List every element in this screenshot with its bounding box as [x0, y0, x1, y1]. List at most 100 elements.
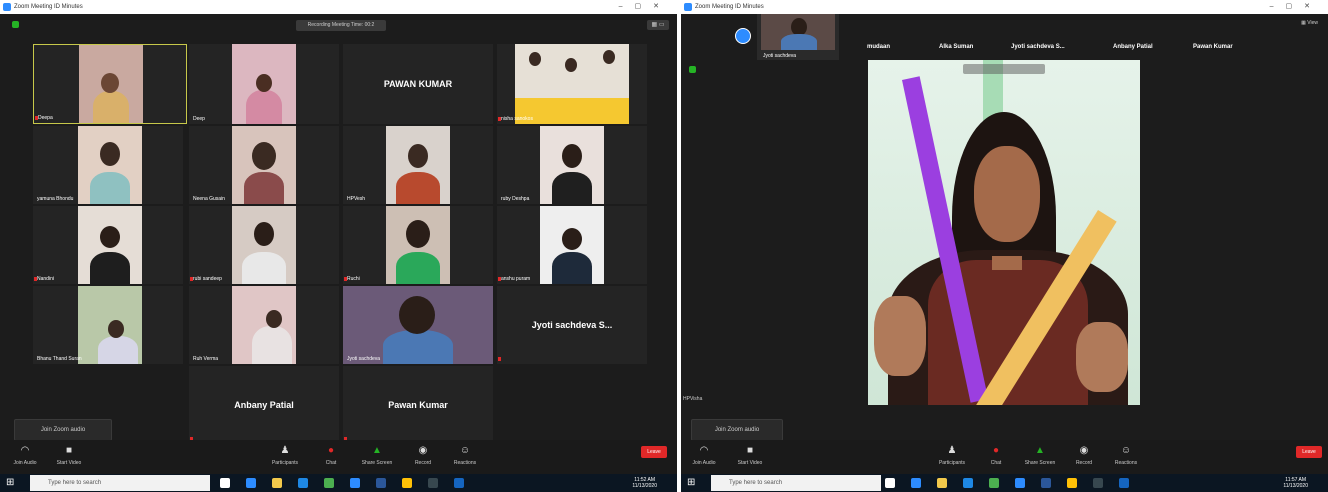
- participants-control[interactable]: ♟ Participants: [268, 445, 302, 467]
- file-explorer-icon[interactable]: [937, 478, 947, 488]
- windows-taskbar: ⊞ Type here to search 11:57 AM 11/13/2020: [681, 474, 1328, 492]
- chrome-icon[interactable]: [324, 478, 334, 488]
- participant-tile[interactable]: Jyoti sachdeva: [343, 286, 493, 364]
- zoom-taskbar-icon[interactable]: [350, 478, 360, 488]
- strip-participant-name[interactable]: Alka Suman: [939, 44, 973, 50]
- participant-video: [79, 45, 143, 123]
- reactions-control[interactable]: ☺ Reactions: [1109, 446, 1143, 467]
- chat-icon: ●: [992, 445, 1000, 456]
- word-icon[interactable]: [1041, 478, 1051, 488]
- participant-tile-active[interactable]: Deepa: [33, 44, 187, 124]
- participant-tile[interactable]: PAWAN KUMAR: [343, 44, 493, 124]
- windows-start-icon[interactable]: ⊞: [6, 478, 14, 488]
- window-title: Zoom Meeting ID Minutes: [695, 4, 764, 10]
- cortana-icon[interactable]: [885, 478, 895, 488]
- app-icon[interactable]: [1093, 478, 1103, 488]
- participant-name: Bhanu Thand Suran: [37, 356, 82, 362]
- participant-tile[interactable]: Pawan Kumar: [343, 366, 493, 444]
- strip-scroll-left-icon[interactable]: [735, 28, 751, 44]
- strip-participant-name[interactable]: mudaan: [867, 44, 890, 50]
- record-icon: ◉: [418, 445, 428, 456]
- taskbar-clock[interactable]: 11:52 AM 11/13/2020: [632, 477, 657, 489]
- participant-name: Deepa: [38, 115, 53, 121]
- participant-tile[interactable]: nisha sanokos: [497, 44, 647, 124]
- participant-tile[interactable]: Neena Gusain: [189, 126, 339, 204]
- chat-control[interactable]: ● Chat: [314, 446, 348, 467]
- participant-tile[interactable]: HPVesh: [343, 126, 493, 204]
- reactions-control[interactable]: ☺ Reactions: [448, 446, 482, 467]
- windows-start-icon[interactable]: ⊞: [687, 478, 695, 488]
- app-icon[interactable]: [1119, 478, 1129, 488]
- left-zoom-window: Zoom Meeting ID Minutes –▢✕ Recording Me…: [0, 0, 677, 492]
- taskbar-search[interactable]: Type here to search: [711, 475, 881, 491]
- participant-tile[interactable]: Nandini: [33, 206, 183, 284]
- taskbar-search[interactable]: Type here to search: [30, 475, 210, 491]
- strip-participant-name[interactable]: Pawan Kumar: [1193, 44, 1233, 50]
- cortana-icon[interactable]: [220, 478, 230, 488]
- participant-tile[interactable]: Ruchi: [343, 206, 493, 284]
- participants-icon: ♟: [280, 445, 290, 456]
- word-icon[interactable]: [376, 478, 386, 488]
- share-screen-control[interactable]: ▲ Share Screen: [360, 446, 394, 467]
- notes-icon[interactable]: [402, 478, 412, 488]
- task-view-icon[interactable]: [246, 478, 256, 488]
- join-audio-control[interactable]: ◠ Join Audio: [8, 445, 42, 467]
- participant-name-large: Anbany Patial: [234, 400, 294, 410]
- strip-participant-name[interactable]: Jyoti sachdeva S...: [1011, 44, 1065, 50]
- participant-tile[interactable]: yamuna Bhondu: [33, 126, 183, 204]
- app-icon[interactable]: [454, 478, 464, 488]
- chat-control[interactable]: ● Chat: [979, 445, 1013, 467]
- headphones-icon: ◠: [20, 445, 30, 456]
- join-audio-button[interactable]: Join Zoom audio: [691, 419, 783, 441]
- view-toggle-button[interactable]: ▦ ▭: [647, 20, 669, 30]
- leave-button[interactable]: Leave: [641, 446, 667, 458]
- share-screen-icon: ▲: [1035, 445, 1045, 456]
- security-shield-icon[interactable]: [12, 21, 19, 28]
- zoom-taskbar-icon[interactable]: [1015, 478, 1025, 488]
- window-controls[interactable]: –▢✕: [619, 0, 671, 14]
- start-video-control[interactable]: ■ Start Video: [733, 445, 767, 467]
- video-camera-icon: ■: [746, 445, 754, 456]
- participant-tile[interactable]: ruby Deshpa: [497, 126, 647, 204]
- participant-name: Ruchi: [347, 276, 360, 282]
- join-audio-button[interactable]: Join Zoom audio: [14, 419, 112, 441]
- participants-icon: ♟: [947, 445, 957, 456]
- window-controls[interactable]: –▢✕: [1270, 0, 1322, 14]
- speaker-caption: [963, 64, 1045, 74]
- participant-name: yamuna Bhondu: [37, 196, 74, 202]
- notes-icon[interactable]: [1067, 478, 1077, 488]
- participants-control[interactable]: ♟ Participants: [935, 445, 969, 467]
- record-control[interactable]: ◉ Record: [406, 445, 440, 467]
- chrome-icon[interactable]: [989, 478, 999, 488]
- strip-thumbnail[interactable]: Jyoti sachdeva: [757, 14, 839, 60]
- record-icon: ◉: [1079, 445, 1089, 456]
- join-audio-control[interactable]: ◠ Join Audio: [687, 446, 721, 467]
- file-explorer-icon[interactable]: [272, 478, 282, 488]
- participant-tile[interactable]: Jyoti sachdeva S...: [497, 286, 647, 364]
- participant-tile[interactable]: rubi sandeep: [189, 206, 339, 284]
- active-speaker-video[interactable]: [868, 60, 1140, 405]
- participant-tile[interactable]: anshu puram: [497, 206, 647, 284]
- participant-tile[interactable]: Deep: [189, 44, 339, 124]
- view-button[interactable]: ▦ View: [1301, 20, 1318, 26]
- security-shield-icon[interactable]: [689, 66, 696, 73]
- participant-tile[interactable]: Ruh Verma: [189, 286, 339, 364]
- participant-tile[interactable]: Anbany Patial: [189, 366, 339, 444]
- share-screen-control[interactable]: ▲ Share Screen: [1023, 445, 1057, 467]
- muted-mic-icon: [498, 357, 501, 361]
- recording-badge: Recording Meeting Time: 00:2: [296, 20, 386, 31]
- edge-icon[interactable]: [963, 478, 973, 488]
- leave-button[interactable]: Leave: [1296, 446, 1322, 458]
- record-control[interactable]: ◉ Record: [1067, 445, 1101, 467]
- edge-icon[interactable]: [298, 478, 308, 488]
- app-icon[interactable]: [428, 478, 438, 488]
- strip-participant-name[interactable]: Anbany Patial: [1113, 44, 1153, 50]
- taskbar-clock[interactable]: 11:57 AM 11/13/2020: [1283, 477, 1308, 489]
- participant-name-large: Pawan Kumar: [388, 400, 448, 410]
- participant-name: HPVesh: [347, 196, 366, 202]
- video-camera-icon: ■: [65, 445, 73, 456]
- participant-tile[interactable]: Bhanu Thand Suran: [33, 286, 183, 364]
- participant-name: nisha sanokos: [501, 116, 533, 122]
- start-video-control[interactable]: ■ Start Video: [52, 445, 86, 467]
- task-view-icon[interactable]: [911, 478, 921, 488]
